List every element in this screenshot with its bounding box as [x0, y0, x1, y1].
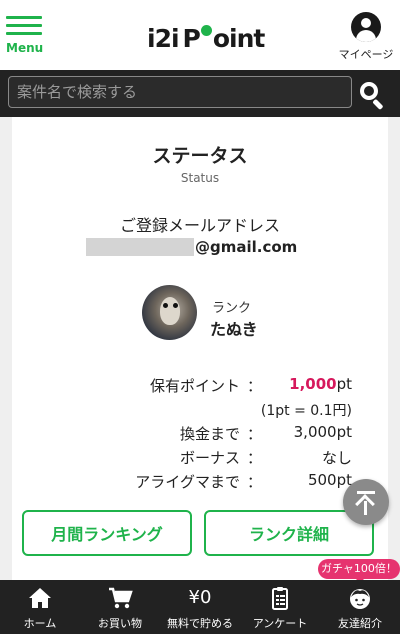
colon: ： — [247, 449, 263, 467]
hamburger-icon — [6, 16, 42, 19]
cart-icon — [109, 587, 133, 609]
next-rank-label: アライグマまで — [135, 473, 240, 491]
colon: ： — [247, 377, 263, 395]
nav-invite-friends[interactable]: 友達紹介 — [320, 580, 400, 634]
held-points-unit: pt — [336, 375, 352, 393]
logo-dot-icon — [200, 24, 212, 36]
held-points-label: 保有ポイント — [149, 377, 240, 395]
search-icon — [360, 82, 378, 100]
scroll-to-top-button[interactable] — [343, 479, 389, 525]
status-title: ステータス — [152, 145, 248, 167]
arrow-stem — [364, 501, 367, 515]
search-icon-handle — [372, 98, 384, 111]
rate-note: (1pt = 0.1円) — [260, 403, 352, 419]
search-bar — [0, 70, 400, 117]
nav-shopping[interactable]: お買い物 — [80, 580, 160, 634]
logo-text-right: oint — [212, 23, 265, 53]
held-points-value: 1,000pt — [289, 375, 352, 393]
colon: ： — [247, 473, 263, 491]
search-button[interactable] — [358, 80, 388, 111]
next-rank-value: 500pt — [307, 471, 352, 489]
rank-name: たぬき — [210, 320, 258, 339]
nav-shopping-label: お買い物 — [98, 617, 142, 630]
hamburger-bar — [6, 32, 42, 35]
next-rank-row: アライグマまで ： 500pt — [12, 471, 388, 493]
rank-label: ランク — [212, 301, 252, 316]
email-redacted-block — [86, 238, 194, 256]
nav-survey-label: アンケート — [252, 617, 308, 630]
nav-home-label: ホーム — [23, 617, 57, 630]
logo-text-p: P — [182, 23, 201, 53]
bonus-row: ボーナス ： なし — [12, 447, 388, 469]
email-label: ご登録メールアドレス — [119, 216, 280, 235]
rank-avatar — [142, 285, 197, 340]
gacha-badge: ガチャ100倍！ — [318, 559, 400, 583]
app-logo[interactable]: i2i P oint — [147, 22, 265, 54]
bonus-value: なし — [321, 449, 352, 467]
hamburger-bar — [6, 24, 42, 27]
clipboard-icon — [272, 587, 288, 610]
held-points-number: 1,000 — [289, 375, 337, 393]
cashout-label: 換金まで — [179, 425, 240, 443]
menu-button[interactable]: Menu — [6, 14, 44, 60]
nav-home[interactable]: ホーム — [0, 580, 80, 634]
bottom-nav: ホーム お買い物 ¥0 無料で貯める アンケート 友達紹介 — [0, 580, 400, 634]
mypage-label: マイページ — [338, 48, 394, 61]
nav-survey[interactable]: アンケート — [240, 580, 320, 634]
cashout-row: 換金まで ： 3,000pt — [12, 423, 388, 445]
nav-invite-friends-label: 友達紹介 — [338, 617, 382, 630]
bonus-label: ボーナス — [179, 449, 240, 467]
scroll-top-icon — [357, 491, 375, 494]
email-domain: @gmail.com — [195, 238, 298, 256]
yen-icon: ¥0 — [188, 587, 212, 608]
monthly-ranking-button[interactable]: 月間ランキング — [22, 510, 192, 556]
mypage-button[interactable]: マイページ — [336, 12, 396, 64]
search-input[interactable] — [8, 76, 352, 108]
nav-free-earn[interactable]: ¥0 無料で貯める — [160, 580, 240, 634]
app-header: Menu i2i P oint マイページ — [0, 0, 400, 70]
friend-face-icon — [350, 589, 370, 609]
status-subtitle: Status — [180, 171, 220, 185]
menu-label: Menu — [6, 41, 44, 55]
home-icon — [29, 588, 51, 608]
email-address: @gmail.com — [86, 237, 297, 257]
account-icon — [351, 12, 381, 42]
status-card: ステータス Status ご登録メールアドレス @gmail.com ランク た… — [12, 117, 388, 587]
held-points-row: 保有ポイント ： 1,000pt — [12, 375, 388, 397]
nav-free-earn-label: 無料で貯める — [167, 617, 233, 630]
cashout-value: 3,000pt — [293, 423, 352, 441]
logo-text-left: i2i — [147, 23, 180, 53]
colon: ： — [247, 425, 263, 443]
